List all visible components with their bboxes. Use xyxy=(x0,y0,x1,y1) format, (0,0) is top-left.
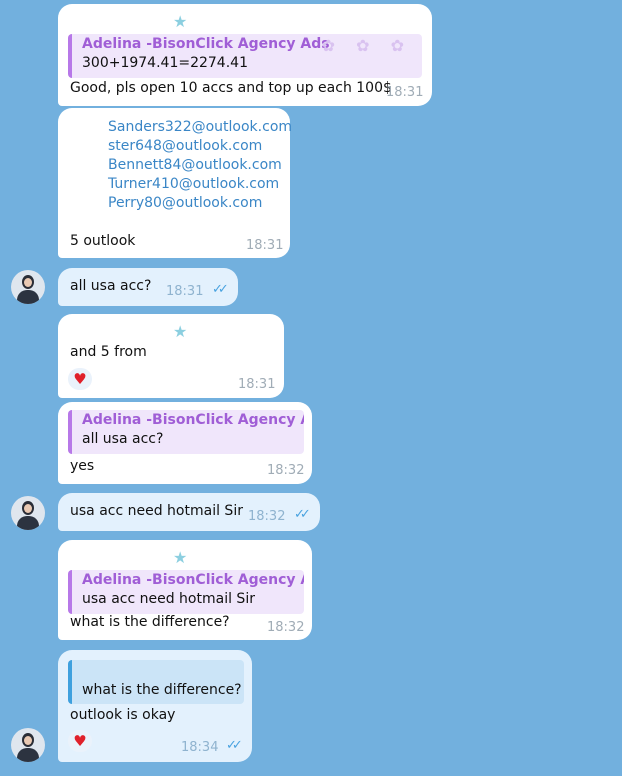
quote-author: Adelina -BisonClick Agency Ads xyxy=(82,412,304,428)
message-bubble[interactable]: usa acc need hotmail Sir 18:32 ✓✓ xyxy=(58,493,320,531)
message-text: and 5 from xyxy=(70,344,147,360)
message-bubble[interactable]: ★ and 5 from ♥ 18:31 xyxy=(58,314,284,398)
avatar[interactable] xyxy=(11,496,45,530)
message-time: 18:31 xyxy=(238,377,276,392)
message-time: 18:32 xyxy=(267,463,305,478)
quote-text: what is the difference? xyxy=(82,682,242,698)
message-bubble[interactable]: all usa acc? 18:31 ✓✓ xyxy=(58,268,238,306)
email-link[interactable]: Bennett84@outlook.com xyxy=(108,157,282,173)
reply-quote[interactable]: what is the difference? xyxy=(68,660,244,704)
reply-quote[interactable]: Adelina -BisonClick Agency Ads 300+1974.… xyxy=(68,34,422,78)
message-time: 18:31 xyxy=(166,284,204,299)
message-time: 18:31 xyxy=(246,238,284,253)
message-time: 18:32 xyxy=(248,509,286,524)
read-checks-icon: ✓✓ xyxy=(294,507,311,522)
reply-quote[interactable]: Adelina -BisonClick Agency Ads all usa a… xyxy=(68,410,304,454)
message-text: Good, pls open 10 accs and top up each 1… xyxy=(70,80,392,96)
avatar[interactable] xyxy=(11,728,45,762)
message-text: 5 outlook xyxy=(70,233,136,249)
message-text: outlook is okay xyxy=(70,707,176,723)
message-text: yes xyxy=(70,458,95,474)
quote-author: Adelina -BisonClick Agency Ads xyxy=(82,572,304,588)
read-checks-icon: ✓✓ xyxy=(226,738,243,753)
heart-reaction-icon[interactable]: ♥ xyxy=(68,730,92,752)
email-link[interactable]: Perry80@outlook.com xyxy=(108,195,262,211)
message-text: usa acc need hotmail Sir xyxy=(70,503,243,519)
message-time: 18:34 xyxy=(181,740,219,755)
message-bubble[interactable]: Sanders322@outlook.com ster648@outlook.c… xyxy=(58,108,292,258)
message-bubble[interactable]: ★ Adelina -BisonClick Agency Ads 300+197… xyxy=(58,4,432,106)
message-text: all usa acc? xyxy=(70,278,152,294)
quote-text: usa acc need hotmail Sir xyxy=(82,591,255,607)
message-time: 18:32 xyxy=(267,620,305,635)
quote-text: all usa acc? xyxy=(82,431,164,447)
message-time: 18:31 xyxy=(386,85,424,100)
email-link[interactable]: Turner410@outlook.com xyxy=(108,176,279,192)
message-bubble[interactable]: ★ Adelina -BisonClick Agency Ads usa acc… xyxy=(58,540,312,640)
read-checks-icon: ✓✓ xyxy=(212,282,229,297)
star-icon: ★ xyxy=(173,12,188,31)
email-link[interactable]: ster648@outlook.com xyxy=(108,138,262,154)
quote-author: Adelina -BisonClick Agency Ads xyxy=(82,36,330,52)
message-bubble[interactable]: Adelina -BisonClick Agency Ads all usa a… xyxy=(58,402,312,484)
heart-reaction-icon[interactable]: ♥ xyxy=(68,368,92,390)
message-bubble[interactable]: what is the difference? outlook is okay … xyxy=(58,650,252,762)
email-link[interactable]: Sanders322@outlook.com xyxy=(108,119,292,135)
reply-quote[interactable]: Adelina -BisonClick Agency Ads usa acc n… xyxy=(68,570,304,614)
quote-text: 300+1974.41=2274.41 xyxy=(82,55,248,71)
avatar[interactable] xyxy=(11,270,45,304)
star-icon: ★ xyxy=(173,322,188,341)
message-text: what is the difference? xyxy=(70,614,230,630)
star-icon: ★ xyxy=(173,548,188,567)
pattern-icon: ✿ ✿ ✿ xyxy=(321,36,412,55)
